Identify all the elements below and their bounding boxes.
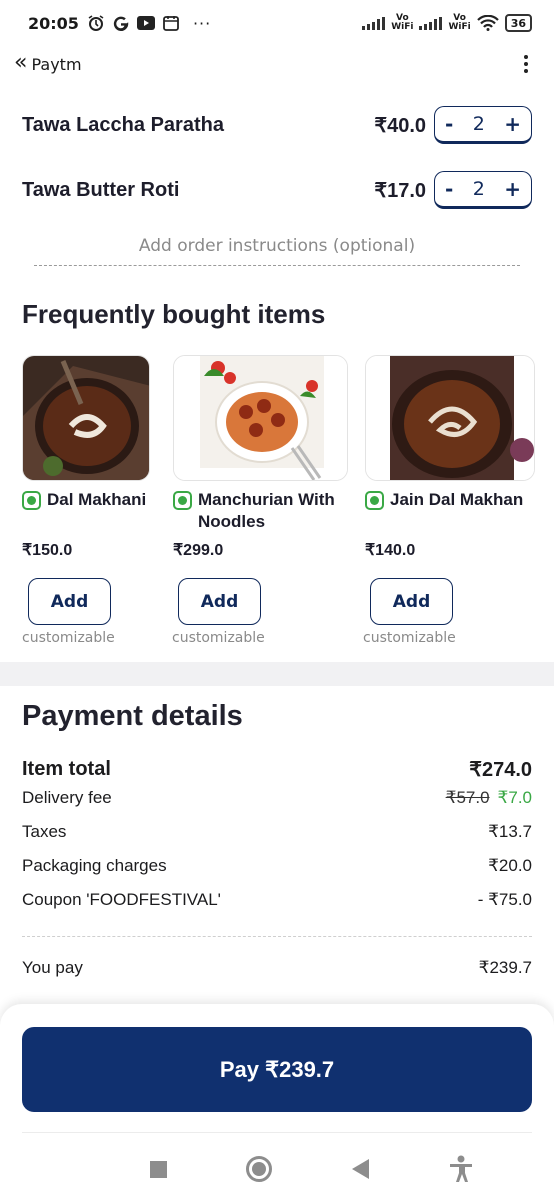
delivery-fee-value: ₹7.0 [497, 788, 532, 807]
you-pay-row: You pay ₹239.7 [22, 958, 532, 978]
cart-item-price: ₹40.0 [374, 114, 426, 137]
add-button-manchurian-noodles[interactable]: Add [178, 578, 261, 625]
signal-icon-2 [419, 16, 443, 30]
back-button[interactable]: « Paytm [14, 49, 82, 75]
cart-item-name: Tawa Butter Roti [22, 178, 180, 201]
pay-button[interactable]: Pay ₹239.7 [22, 1027, 532, 1112]
system-nav-bar [0, 1146, 554, 1192]
product-name: Manchurian With Noodles [198, 490, 335, 531]
double-chevron-left-icon: « [14, 49, 28, 75]
more-options-icon[interactable] [520, 51, 532, 77]
signal-icon [362, 16, 386, 30]
calendar-icon [163, 16, 179, 31]
veg-icon [173, 491, 192, 510]
decrement-button[interactable]: - [445, 177, 453, 201]
alarm-icon [88, 15, 104, 31]
quantity-stepper: - 2 + [434, 171, 532, 209]
you-pay-label: You pay [22, 958, 83, 977]
accessibility-icon[interactable] [448, 1155, 474, 1183]
cart-item-price: ₹17.0 [374, 179, 426, 202]
product-price: ₹150.0 [22, 542, 73, 559]
customizable-label: customizable [22, 630, 115, 646]
you-pay-value: ₹239.7 [478, 958, 532, 977]
product-card-manchurian-noodles: Manchurian With Noodles [173, 355, 351, 533]
decrement-button[interactable]: - [445, 112, 453, 136]
item-total-label: Item total [22, 758, 111, 780]
recents-icon[interactable] [149, 1160, 167, 1178]
cart-item-name: Tawa Laccha Paratha [22, 113, 224, 136]
google-icon [113, 16, 129, 31]
delivery-fee-original: ₹57.0 [445, 788, 490, 807]
add-button-jain-dal-makhani[interactable]: Add [370, 578, 453, 625]
payment-details-title: Payment details [22, 700, 243, 732]
item-total-value: ₹274.0 [469, 759, 532, 781]
product-price: ₹140.0 [365, 542, 416, 559]
status-time: 20:05 [28, 13, 79, 33]
increment-button[interactable]: + [504, 112, 521, 136]
packaging-row: Packaging charges ₹20.0 [22, 856, 532, 876]
product-name: Dal Makhani [47, 490, 147, 509]
quantity-stepper: - 2 + [434, 106, 532, 144]
back-icon[interactable] [351, 1159, 369, 1179]
taxes-value: ₹13.7 [488, 822, 532, 841]
customizable-label: customizable [172, 630, 265, 646]
coupon-value: - ₹75.0 [477, 890, 532, 909]
veg-icon [365, 491, 384, 510]
frequently-bought-title: Frequently bought items [22, 299, 326, 329]
product-name: Jain Dal Makhan [390, 490, 524, 509]
order-instructions-input[interactable]: Add order instructions (optional) [34, 236, 520, 266]
delivery-fee-row: Delivery fee ₹57.0 ₹7.0 [22, 788, 532, 808]
quantity-value: 2 [472, 113, 485, 135]
coupon-label: Coupon 'FOODFESTIVAL' [22, 890, 221, 909]
packaging-label: Packaging charges [22, 856, 167, 875]
cart-item: Tawa Butter Roti ₹17.0 - 2 + [22, 168, 532, 212]
product-card-jain-dal-makhani: Jain Dal Makhan [365, 355, 543, 511]
sheet-divider [22, 1132, 532, 1133]
coupon-row: Coupon 'FOODFESTIVAL' - ₹75.0 [22, 890, 532, 910]
jain-dal-makhani-image[interactable] [365, 355, 535, 481]
dal-makhani-image[interactable] [22, 355, 150, 481]
payment-divider [22, 936, 532, 937]
section-divider [0, 662, 554, 686]
status-bar: 20:05 ··· Vo WiFi Vo WiFi 36 [0, 0, 554, 46]
cart-item: Tawa Laccha Paratha ₹40.0 - 2 + [22, 103, 532, 147]
vowifi-label-2: Vo WiFi [448, 13, 471, 32]
veg-icon [22, 491, 41, 510]
add-button-dal-makhani[interactable]: Add [28, 578, 111, 625]
delivery-fee-label: Delivery fee [22, 788, 112, 807]
increment-button[interactable]: + [504, 177, 521, 201]
youtube-icon [136, 16, 155, 30]
quantity-value: 2 [472, 178, 485, 200]
manchurian-noodles-image[interactable] [173, 355, 348, 481]
customizable-label: customizable [363, 630, 456, 646]
taxes-label: Taxes [22, 822, 67, 841]
item-total-row: Item total ₹274.0 [22, 757, 532, 782]
header: « Paytm [0, 46, 554, 82]
home-icon[interactable] [246, 1156, 273, 1182]
more-notifications-icon: ··· [192, 13, 212, 33]
battery-icon: 36 [504, 14, 532, 32]
product-price: ₹299.0 [173, 542, 224, 559]
taxes-row: Taxes ₹13.7 [22, 822, 532, 842]
packaging-value: ₹20.0 [488, 856, 532, 875]
back-label: Paytm [31, 54, 82, 74]
wifi-icon [476, 15, 499, 31]
vowifi-label: Vo WiFi [391, 13, 414, 32]
